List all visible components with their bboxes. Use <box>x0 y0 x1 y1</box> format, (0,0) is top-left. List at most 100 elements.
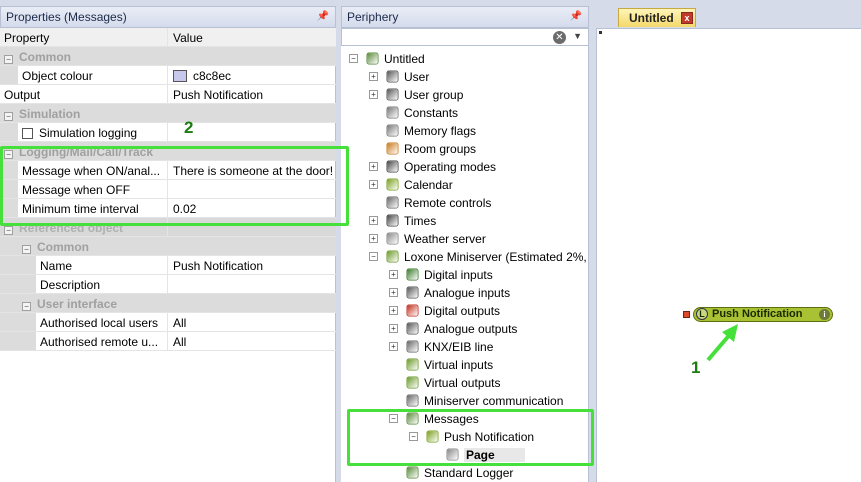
user-group-icon <box>386 88 399 101</box>
expand-icon[interactable]: + <box>389 306 398 315</box>
collapse-icon[interactable]: − <box>22 302 31 311</box>
miniserver-icon <box>386 250 399 263</box>
collapse-icon[interactable]: − <box>4 112 13 121</box>
tree-node[interactable]: + Analogue inputs <box>341 284 588 302</box>
calendar-icon <box>386 178 399 191</box>
simulation-logging-checkbox[interactable] <box>22 128 33 139</box>
tree-node[interactable]: − Untitled <box>341 50 588 68</box>
memory-flags-icon <box>386 124 399 137</box>
property-name: Simulation logging <box>0 123 168 141</box>
property-row[interactable]: Description <box>0 275 336 294</box>
tree-node[interactable]: Constants <box>341 104 588 122</box>
tree-node[interactable]: + Times <box>341 212 588 230</box>
digital-outputs-icon <box>406 304 419 317</box>
tree-node[interactable]: Remote controls <box>341 194 588 212</box>
tree-node-label: Remote controls <box>404 196 492 210</box>
category-label: Simulation <box>19 107 81 121</box>
tree-node-label: Virtual inputs <box>424 358 494 372</box>
tree-node-label: User <box>404 70 430 84</box>
category-row[interactable]: − Simulation <box>0 104 336 123</box>
category-row[interactable]: − Common <box>0 237 336 256</box>
property-row[interactable]: Simulation logging <box>0 123 336 142</box>
property-value[interactable]: Push Notification <box>169 256 336 274</box>
analogue-outputs-icon <box>406 322 419 335</box>
tab-untitled[interactable]: Untitled x <box>618 8 696 27</box>
tree-node-label: Virtual outputs <box>424 376 501 390</box>
close-icon[interactable]: x <box>681 12 693 24</box>
tree-node[interactable]: − Loxone Miniserver (Estimated 2%, r <box>341 248 589 266</box>
collapse-icon[interactable]: − <box>4 226 13 235</box>
tree-node[interactable]: + Analogue outputs <box>341 320 588 338</box>
program-canvas[interactable] <box>596 28 861 482</box>
property-value[interactable]: c8c8ec <box>169 66 336 84</box>
tree-node[interactable]: + Operating modes <box>341 158 588 176</box>
periphery-search-input[interactable]: ✕ ▼ <box>341 28 589 46</box>
pin-icon[interactable]: 📌 <box>570 11 582 22</box>
collapse-icon[interactable]: − <box>22 245 31 254</box>
properties-panel-title: Properties (Messages) 📌 <box>0 6 336 28</box>
expand-icon[interactable]: + <box>369 234 378 243</box>
category-row[interactable]: − User interface <box>0 294 336 313</box>
tree-node[interactable]: Memory flags <box>341 122 588 140</box>
tree-node[interactable]: + Weather server <box>341 230 588 248</box>
color-value: c8c8ec <box>193 69 232 83</box>
constants-icon <box>386 106 399 119</box>
clear-search-icon[interactable]: ✕ <box>553 31 566 44</box>
tree-node[interactable]: Standard Logger <box>341 464 588 482</box>
category-label: Common <box>19 50 71 64</box>
expand-icon[interactable]: + <box>369 72 378 81</box>
expand-icon[interactable]: + <box>389 270 398 279</box>
pin-icon[interactable]: 📌 <box>317 11 329 22</box>
tree-node[interactable]: Virtual inputs <box>341 356 588 374</box>
tree-node[interactable]: + User group <box>341 86 588 104</box>
times-icon <box>386 214 399 227</box>
property-value[interactable]: Push Notification <box>169 85 336 103</box>
expand-icon[interactable]: + <box>389 288 398 297</box>
tree-node-label: Standard Logger <box>424 466 514 480</box>
tree-node-label: Untitled <box>384 52 425 66</box>
user-icon <box>386 70 399 83</box>
collapse-icon[interactable]: − <box>4 55 13 64</box>
tree-node-label: Weather server <box>404 232 486 246</box>
tree-node[interactable]: Miniserver communication <box>341 392 588 410</box>
property-row[interactable]: Authorised local users All <box>0 313 336 332</box>
property-value[interactable]: All <box>169 313 336 331</box>
tree-node-label: Memory flags <box>404 124 477 138</box>
property-name: Output <box>0 85 168 103</box>
property-name: Name <box>0 256 168 274</box>
chevron-down-icon[interactable]: ▼ <box>573 31 582 41</box>
expand-icon[interactable]: + <box>369 216 378 225</box>
collapse-icon[interactable]: − <box>349 54 358 63</box>
expand-icon[interactable]: + <box>369 90 378 99</box>
expand-icon[interactable]: + <box>389 324 398 333</box>
tree-node[interactable]: + Calendar <box>341 176 588 194</box>
property-row[interactable]: Name Push Notification <box>0 256 336 275</box>
tree-node[interactable]: + KNX/EIB line <box>341 338 588 356</box>
property-value[interactable]: All <box>169 332 336 350</box>
tree-node[interactable]: Virtual outputs <box>341 374 588 392</box>
category-row[interactable]: − Common <box>0 47 336 66</box>
tree-node-label: Analogue inputs <box>424 286 511 300</box>
expand-icon[interactable]: + <box>369 162 378 171</box>
collapse-icon[interactable]: − <box>369 252 378 261</box>
property-row[interactable]: Object colour c8c8ec <box>0 66 336 85</box>
color-swatch[interactable] <box>173 70 187 82</box>
expand-icon[interactable]: + <box>389 342 398 351</box>
info-icon[interactable]: i <box>819 309 830 320</box>
tree-node[interactable]: + Digital outputs <box>341 302 588 320</box>
property-row[interactable]: Output Push Notification <box>0 85 336 104</box>
property-row[interactable]: Authorised remote u... All <box>0 332 336 351</box>
block-input-connector[interactable] <box>683 311 690 318</box>
property-value[interactable] <box>169 275 336 293</box>
expand-icon[interactable]: + <box>369 180 378 189</box>
canvas-origin-marker <box>599 31 602 34</box>
tree-node-label: Constants <box>404 106 459 120</box>
property-value[interactable] <box>169 123 336 141</box>
tree-node-label: Operating modes <box>404 160 497 174</box>
standard-logger-icon <box>406 466 419 479</box>
tree-node[interactable]: + Digital inputs <box>341 266 588 284</box>
tree-node-label: User group <box>404 88 464 102</box>
tree-node-label: Loxone Miniserver (Estimated 2%, r <box>404 250 589 264</box>
tree-node[interactable]: + User <box>341 68 588 86</box>
tree-node[interactable]: Room groups <box>341 140 588 158</box>
